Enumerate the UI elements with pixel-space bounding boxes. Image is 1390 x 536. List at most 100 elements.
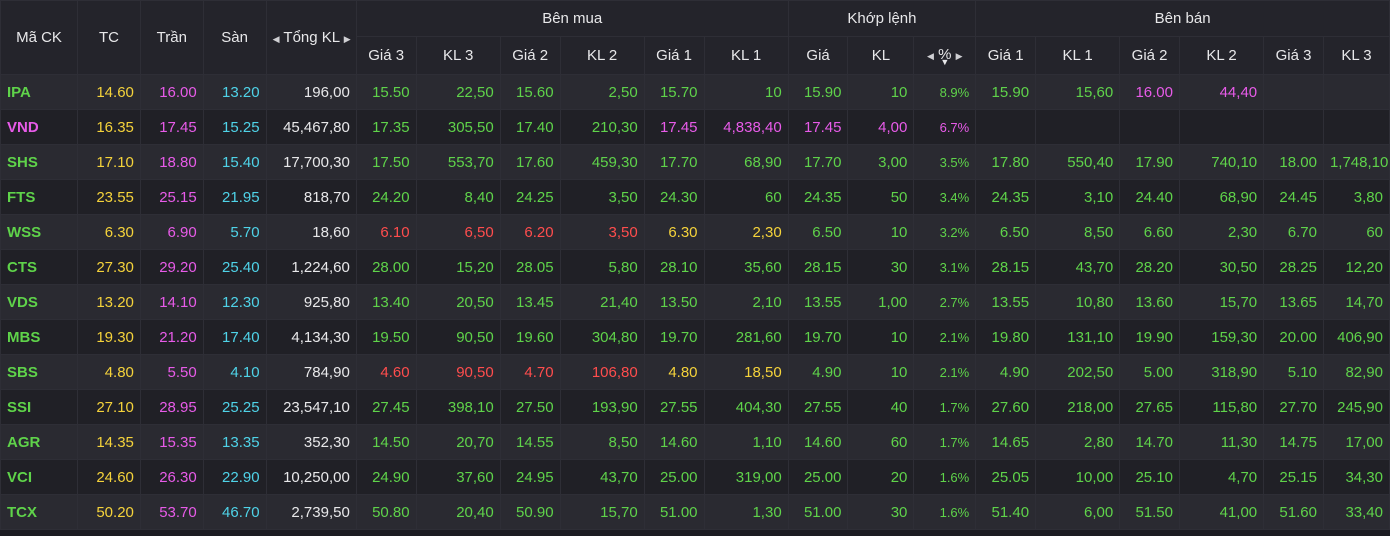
cell-buy-vol-3: 398,10 bbox=[415, 389, 501, 425]
cell-match-price: 4.90 bbox=[787, 354, 849, 390]
table-row[interactable]: SBS 4.80 5.50 4.10 784,90 4.60 90,50 4.70 106,80… bbox=[0, 354, 1390, 390]
cell-ceil: 6.90 bbox=[139, 214, 204, 250]
col-ref[interactable]: TC bbox=[77, 0, 141, 75]
col-floor[interactable]: Sàn bbox=[202, 0, 267, 75]
cell-symbol[interactable]: WSS bbox=[0, 214, 79, 250]
col-buy-price-1[interactable]: Giá 1 bbox=[643, 36, 705, 75]
table-row[interactable]: AGR 14.35 15.35 13.35 352,30 14.50 20,70 14.55 8… bbox=[0, 424, 1390, 460]
cell-sell-price-1: 6.50 bbox=[975, 214, 1037, 250]
cell-sell-price-2: 24.40 bbox=[1119, 179, 1180, 215]
cell-match-vol: 60 bbox=[847, 424, 915, 460]
cell-ref: 13.20 bbox=[77, 284, 141, 320]
cell-buy-vol-2: 459,30 bbox=[559, 144, 645, 180]
cell-symbol[interactable]: FTS bbox=[0, 179, 79, 215]
cell-symbol[interactable]: MBS bbox=[0, 319, 79, 355]
table-row[interactable]: SSI 27.10 28.95 25.25 23,547,10 27.45 398,10 27… bbox=[0, 389, 1390, 425]
cell-sell-price-3 bbox=[1263, 74, 1324, 110]
caret-right-icon[interactable]: ▶ bbox=[344, 34, 351, 44]
cell-ceil: 14.10 bbox=[139, 284, 204, 320]
table-row[interactable]: SHS 17.10 18.80 15.40 17,700,30 17.50 553,70 17… bbox=[0, 144, 1390, 180]
col-sell-vol-3[interactable]: KL 3 bbox=[1322, 36, 1390, 75]
cell-sell-vol-3: 82,90 bbox=[1322, 354, 1390, 390]
caret-left-icon[interactable]: ◀ bbox=[273, 34, 280, 44]
col-buy-price-3[interactable]: Giá 3 bbox=[355, 36, 417, 75]
col-match-percent[interactable]: ◀ % ▶ ▼ bbox=[913, 36, 977, 75]
cell-buy-vol-1: 319,00 bbox=[703, 459, 789, 495]
cell-buy-price-3: 14.50 bbox=[355, 424, 417, 460]
col-match-price[interactable]: Giá bbox=[787, 36, 849, 75]
cell-sell-price-2: 16.00 bbox=[1119, 74, 1180, 110]
group-sell: Bên bán bbox=[975, 0, 1390, 37]
table-row[interactable]: VDS 13.20 14.10 12.30 925,80 13.40 20,50 13.45 2… bbox=[0, 284, 1390, 320]
col-buy-price-2[interactable]: Giá 2 bbox=[499, 36, 561, 75]
cell-symbol[interactable]: IPA bbox=[0, 74, 79, 110]
cell-match-percent: 1.7% bbox=[913, 389, 977, 425]
cell-floor: 22.90 bbox=[202, 459, 267, 495]
col-total-volume[interactable]: ◀ Tổng KL ▶ bbox=[265, 0, 357, 75]
col-symbol[interactable]: Mã CK bbox=[0, 0, 79, 75]
cell-symbol[interactable]: VDS bbox=[0, 284, 79, 320]
cell-sell-price-3: 5.10 bbox=[1263, 354, 1324, 390]
cell-floor: 13.20 bbox=[202, 74, 267, 110]
cell-symbol[interactable]: AGR bbox=[0, 424, 79, 460]
cell-buy-price-2: 14.55 bbox=[499, 424, 561, 460]
table-row[interactable]: WSS 6.30 6.90 5.70 18,60 6.10 6,50 6.20 3,50 6.30… bbox=[0, 214, 1390, 250]
col-sell-price-1[interactable]: Giá 1 bbox=[975, 36, 1037, 75]
cell-buy-price-1: 19.70 bbox=[643, 319, 705, 355]
cell-symbol[interactable]: SSI bbox=[0, 389, 79, 425]
cell-sell-price-2: 13.60 bbox=[1119, 284, 1180, 320]
cell-buy-price-2: 50.90 bbox=[499, 494, 561, 530]
table-row[interactable]: VCI 24.60 26.30 22.90 10,250,00 24.90 37,60 24.… bbox=[0, 459, 1390, 495]
cell-match-price: 51.00 bbox=[787, 494, 849, 530]
cell-sell-price-3: 25.15 bbox=[1263, 459, 1324, 495]
cell-sell-price-1: 25.05 bbox=[975, 459, 1037, 495]
table-row[interactable]: CTS 27.30 29.20 25.40 1,224,60 28.00 15,20 28.0… bbox=[0, 249, 1390, 285]
cell-match-vol: 3,00 bbox=[847, 144, 915, 180]
cell-total-volume: 818,70 bbox=[265, 179, 357, 215]
col-buy-vol-1[interactable]: KL 1 bbox=[703, 36, 789, 75]
cell-symbol[interactable]: SBS bbox=[0, 354, 79, 390]
cell-match-price: 25.00 bbox=[787, 459, 849, 495]
table-row[interactable]: MBS 19.30 21.20 17.40 4,134,30 19.50 90,50 19.6… bbox=[0, 319, 1390, 355]
cell-symbol[interactable]: CTS bbox=[0, 249, 79, 285]
cell-buy-price-1: 4.80 bbox=[643, 354, 705, 390]
cell-buy-vol-2: 304,80 bbox=[559, 319, 645, 355]
cell-sell-vol-1: 131,10 bbox=[1035, 319, 1121, 355]
cell-sell-price-1: 14.65 bbox=[975, 424, 1037, 460]
cell-ref: 19.30 bbox=[77, 319, 141, 355]
cell-buy-price-2: 13.45 bbox=[499, 284, 561, 320]
cell-floor: 12.30 bbox=[202, 284, 267, 320]
col-match-vol[interactable]: KL bbox=[847, 36, 915, 75]
table-row[interactable]: VND 16.35 17.45 15.25 45,467,80 17.35 305,50 17… bbox=[0, 109, 1390, 145]
table-row[interactable]: IPA 14.60 16.00 13.20 196,00 15.50 22,50 15.60 2… bbox=[0, 74, 1390, 110]
cell-buy-vol-3: 305,50 bbox=[415, 109, 501, 145]
col-buy-vol-3[interactable]: KL 3 bbox=[415, 36, 501, 75]
col-sell-price-2[interactable]: Giá 2 bbox=[1119, 36, 1180, 75]
col-sell-price-3[interactable]: Giá 3 bbox=[1263, 36, 1324, 75]
cell-symbol[interactable]: VCI bbox=[0, 459, 79, 495]
cell-sell-price-3: 24.45 bbox=[1263, 179, 1324, 215]
cell-sell-vol-3: 12,20 bbox=[1322, 249, 1390, 285]
cell-symbol[interactable]: VND bbox=[0, 109, 79, 145]
cell-buy-vol-1: 2,30 bbox=[703, 214, 789, 250]
col-sell-vol-2[interactable]: KL 2 bbox=[1178, 36, 1265, 75]
cell-sell-price-1: 17.80 bbox=[975, 144, 1037, 180]
cell-sell-vol-3 bbox=[1322, 109, 1390, 145]
cell-floor: 4.10 bbox=[202, 354, 267, 390]
cell-buy-vol-1: 18,50 bbox=[703, 354, 789, 390]
caret-left-icon[interactable]: ◀ bbox=[927, 51, 934, 61]
table-row[interactable]: FTS 23.55 25.15 21.95 818,70 24.20 8,40 24.25 3,… bbox=[0, 179, 1390, 215]
col-ceil[interactable]: Trần bbox=[139, 0, 204, 75]
cell-symbol[interactable]: SHS bbox=[0, 144, 79, 180]
caret-right-icon[interactable]: ▶ bbox=[956, 51, 963, 61]
cell-match-price: 17.70 bbox=[787, 144, 849, 180]
cell-sell-price-3 bbox=[1263, 109, 1324, 145]
col-sell-vol-1[interactable]: KL 1 bbox=[1035, 36, 1121, 75]
cell-match-percent: 6.7% bbox=[913, 109, 977, 145]
col-buy-vol-2[interactable]: KL 2 bbox=[559, 36, 645, 75]
cell-sell-vol-1: 202,50 bbox=[1035, 354, 1121, 390]
cell-ref: 27.10 bbox=[77, 389, 141, 425]
cell-sell-price-1: 51.40 bbox=[975, 494, 1037, 530]
table-row[interactable]: TCX 50.20 53.70 46.70 2,739,50 50.80 20,40 50.9… bbox=[0, 494, 1390, 530]
cell-symbol[interactable]: TCX bbox=[0, 494, 79, 530]
